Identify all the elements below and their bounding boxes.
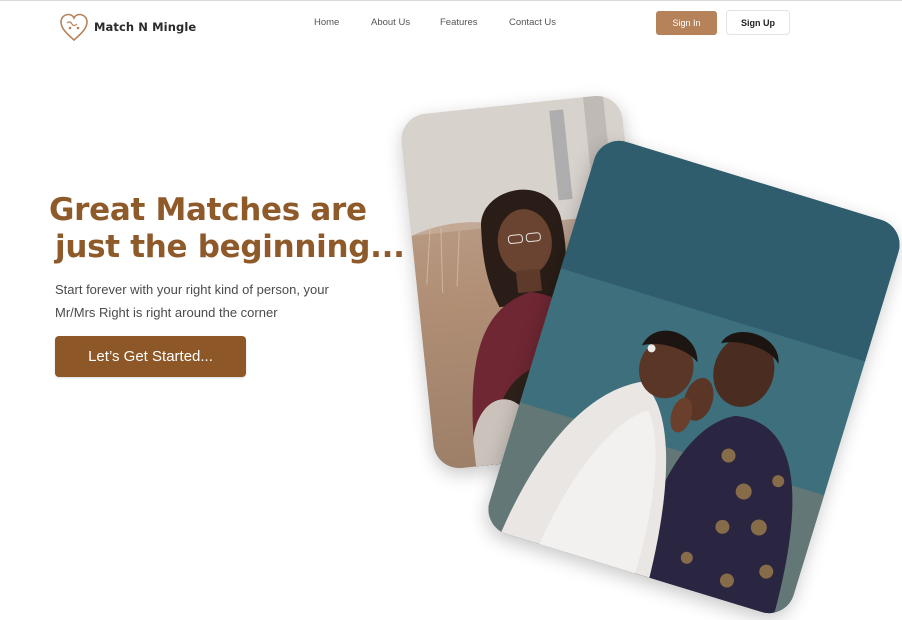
brand-logo[interactable]: Match N Mingle: [58, 11, 196, 43]
hero-title: Great Matches are just the beginning...: [49, 192, 405, 266]
hero-subtitle-line1: Start forever with your right kind of pe…: [55, 282, 329, 297]
nav-features[interactable]: Features: [440, 17, 478, 28]
sign-in-button[interactable]: Sign In: [656, 11, 717, 35]
nav-contact-us[interactable]: Contact Us: [509, 17, 556, 28]
hero-title-line1: Great Matches are: [49, 192, 367, 228]
brand-name: Match N Mingle: [94, 20, 197, 34]
heart-logo-icon: [60, 13, 88, 42]
nav-about-us[interactable]: About Us: [371, 17, 410, 28]
nav-home[interactable]: Home: [314, 17, 339, 28]
hero-subtitle-line2: Mr/Mrs Right is right around the corner: [55, 305, 278, 320]
hero-subtitle: Start forever with your right kind of pe…: [55, 278, 375, 324]
top-border: [0, 0, 902, 1]
sign-up-button[interactable]: Sign Up: [726, 10, 790, 35]
get-started-button[interactable]: Let’s Get Started...: [55, 336, 246, 377]
hero-title-line2: just the beginning...: [55, 229, 405, 265]
